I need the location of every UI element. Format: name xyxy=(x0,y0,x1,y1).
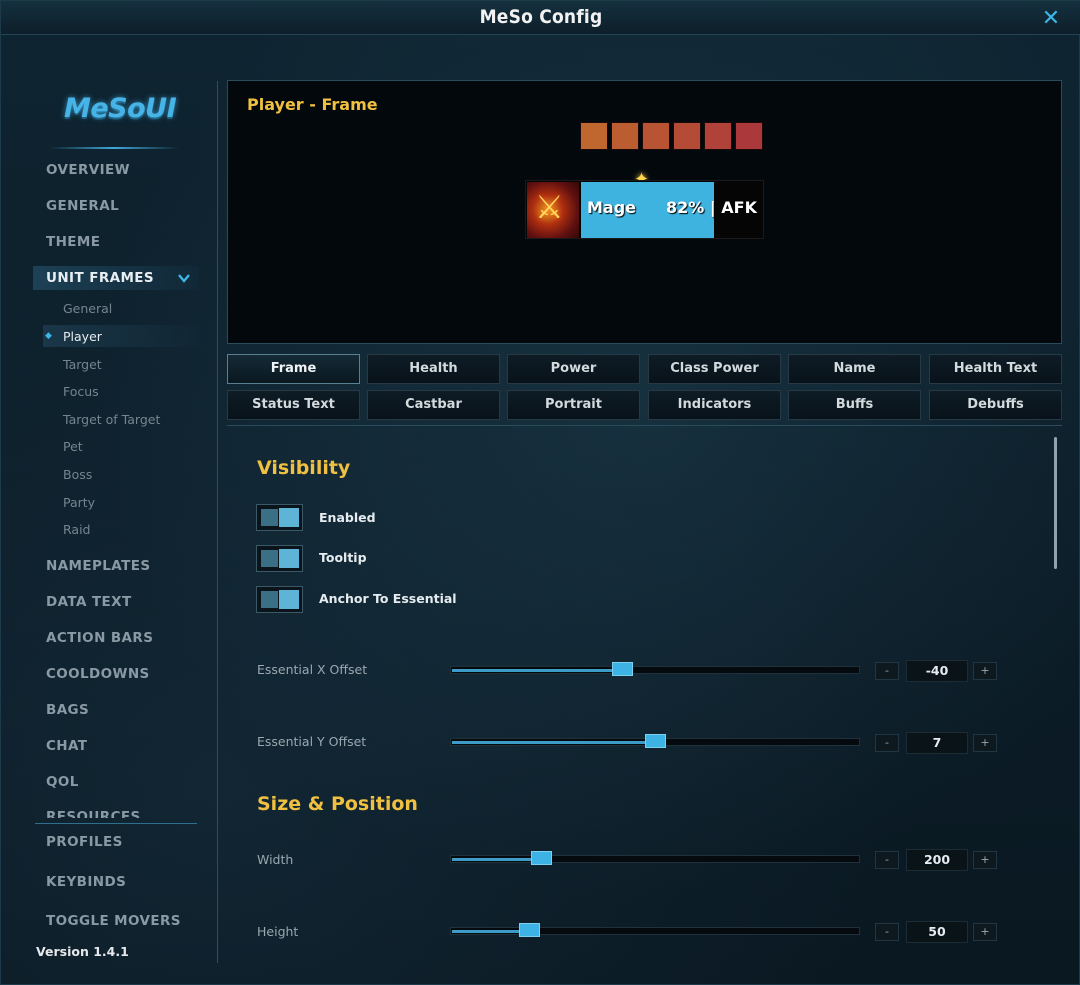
decrement-button[interactable]: - xyxy=(875,662,899,680)
nav-item-general[interactable]: GENERAL xyxy=(46,198,119,214)
close-icon[interactable]: ✕ xyxy=(1041,8,1061,30)
sub-item-party[interactable]: Party xyxy=(63,495,95,510)
class-power-segment xyxy=(673,122,701,150)
slider-height[interactable] xyxy=(450,923,860,937)
decrement-button[interactable]: - xyxy=(875,734,899,752)
toggle-label-enabled: Enabled xyxy=(319,510,376,525)
slider-label-essential-x: Essential X Offset xyxy=(257,662,368,677)
class-power-segment xyxy=(704,122,732,150)
class-power-segment xyxy=(642,122,670,150)
class-power-segment xyxy=(580,122,608,150)
tab-indicators[interactable]: Indicators xyxy=(648,390,781,420)
toggle-tooltip[interactable] xyxy=(256,545,303,572)
nav-item-keybinds[interactable]: KEYBINDS xyxy=(46,874,126,890)
tab-name[interactable]: Name xyxy=(788,354,921,384)
section-title-size-position: Size & Position xyxy=(257,793,418,815)
portrait: ⚔ xyxy=(527,182,579,238)
tab-frame[interactable]: Frame xyxy=(227,354,360,384)
value-field-height[interactable]: 50 xyxy=(906,921,968,943)
increment-button[interactable]: + xyxy=(973,923,997,941)
sub-item-general[interactable]: General xyxy=(63,301,112,316)
settings-scrollbar[interactable] xyxy=(1054,437,1057,569)
slider-width[interactable] xyxy=(450,851,860,865)
tab-class-power[interactable]: Class Power xyxy=(648,354,781,384)
title-bar: MeSo Config ✕ xyxy=(1,1,1080,35)
nav-item-resources-clipped[interactable]: RESOURCES xyxy=(46,809,141,818)
toggle-label-tooltip: Tooltip xyxy=(319,550,367,565)
toggle-enabled[interactable] xyxy=(256,504,303,531)
nav-item-bags[interactable]: BAGS xyxy=(46,702,89,718)
sub-item-player[interactable]: Player xyxy=(63,329,102,344)
tab-castbar[interactable]: Castbar xyxy=(367,390,500,420)
frame-preview: Player - Frame ✦ ⚔ Mage 82% | AFK xyxy=(227,80,1062,344)
nav-divider xyxy=(35,823,197,824)
slider-label-width: Width xyxy=(257,852,294,867)
window-title: MeSo Config xyxy=(479,6,603,28)
sub-item-target-of-target[interactable]: Target of Target xyxy=(63,412,160,427)
class-power-segment xyxy=(735,122,763,150)
settings-divider xyxy=(227,425,1062,426)
sidebar: MeSoUI OVERVIEW GENERAL THEME UNIT FRAME… xyxy=(9,81,217,966)
nav-item-resources[interactable]: RESOURCES xyxy=(46,809,141,818)
slider-label-height: Height xyxy=(257,924,299,939)
nav-item-theme[interactable]: THEME xyxy=(46,234,100,250)
sub-item-target[interactable]: Target xyxy=(63,357,102,372)
nav-item-data-text[interactable]: DATA TEXT xyxy=(46,594,132,610)
nav-item-nameplates[interactable]: NAMEPLATES xyxy=(46,558,150,574)
version-label: Version 1.4.1 xyxy=(36,944,129,959)
nav-item-qol[interactable]: QOL xyxy=(46,774,79,790)
tab-power[interactable]: Power xyxy=(507,354,640,384)
slider-label-essential-y: Essential Y Offset xyxy=(257,734,367,749)
slider-thumb[interactable] xyxy=(612,662,633,676)
nav-item-profiles[interactable]: PROFILES xyxy=(46,834,123,850)
slider-thumb[interactable] xyxy=(531,851,552,865)
tab-debuffs[interactable]: Debuffs xyxy=(929,390,1062,420)
toggle-anchor-to-essential[interactable] xyxy=(256,586,303,613)
sub-item-raid[interactable]: Raid xyxy=(63,522,90,537)
sidebar-divider xyxy=(217,81,218,963)
nav-item-action-bars[interactable]: ACTION BARS xyxy=(46,630,153,646)
sub-item-pet[interactable]: Pet xyxy=(63,439,83,454)
config-window: MeSo Config ✕ MeSoUI OVERVIEW GENERAL TH… xyxy=(0,0,1080,985)
sub-item-focus[interactable]: Focus xyxy=(63,384,99,399)
nav-item-toggle-movers[interactable]: TOGGLE MOVERS xyxy=(46,913,181,929)
nav-item-unit-frames[interactable]: UNIT FRAMES xyxy=(46,270,154,286)
slider-thumb[interactable] xyxy=(645,734,666,748)
fire-sword-icon: ⚔ xyxy=(535,188,564,226)
decrement-button[interactable]: - xyxy=(875,851,899,869)
slider-essential-x[interactable] xyxy=(450,662,860,676)
tab-status-text[interactable]: Status Text xyxy=(227,390,360,420)
nav-item-cooldowns[interactable]: COOLDOWNS xyxy=(46,666,150,682)
tab-buffs[interactable]: Buffs xyxy=(788,390,921,420)
preview-title: Player - Frame xyxy=(247,95,378,114)
tab-portrait[interactable]: Portrait xyxy=(507,390,640,420)
value-field-width[interactable]: 200 xyxy=(906,849,968,871)
unit-name: Mage xyxy=(587,198,637,217)
logo: MeSoUI xyxy=(64,93,177,124)
chevron-down-icon[interactable] xyxy=(177,271,191,285)
sub-item-boss[interactable]: Boss xyxy=(63,467,92,482)
active-marker-icon: ◆ xyxy=(45,331,52,341)
health-text: 82% | AFK xyxy=(666,198,757,217)
slider-thumb[interactable] xyxy=(519,923,540,937)
increment-button[interactable]: + xyxy=(973,851,997,869)
tab-health-text[interactable]: Health Text xyxy=(929,354,1062,384)
decrement-button[interactable]: - xyxy=(875,923,899,941)
tab-health[interactable]: Health xyxy=(367,354,500,384)
logo-underline xyxy=(49,147,179,149)
nav-item-chat[interactable]: CHAT xyxy=(46,738,87,754)
value-field-essential-y[interactable]: 7 xyxy=(906,732,968,754)
value-field-essential-x[interactable]: -40 xyxy=(906,660,968,682)
class-power-segment xyxy=(611,122,639,150)
toggle-label-anchor-to-essential: Anchor To Essential xyxy=(319,591,457,606)
player-unit-frame[interactable]: ⚔ Mage 82% | AFK xyxy=(525,180,764,239)
class-power-bar xyxy=(580,122,763,150)
slider-essential-y[interactable] xyxy=(450,734,860,748)
increment-button[interactable]: + xyxy=(973,662,997,680)
increment-button[interactable]: + xyxy=(973,734,997,752)
section-title-visibility: Visibility xyxy=(257,457,351,479)
nav-item-overview[interactable]: OVERVIEW xyxy=(46,162,130,178)
